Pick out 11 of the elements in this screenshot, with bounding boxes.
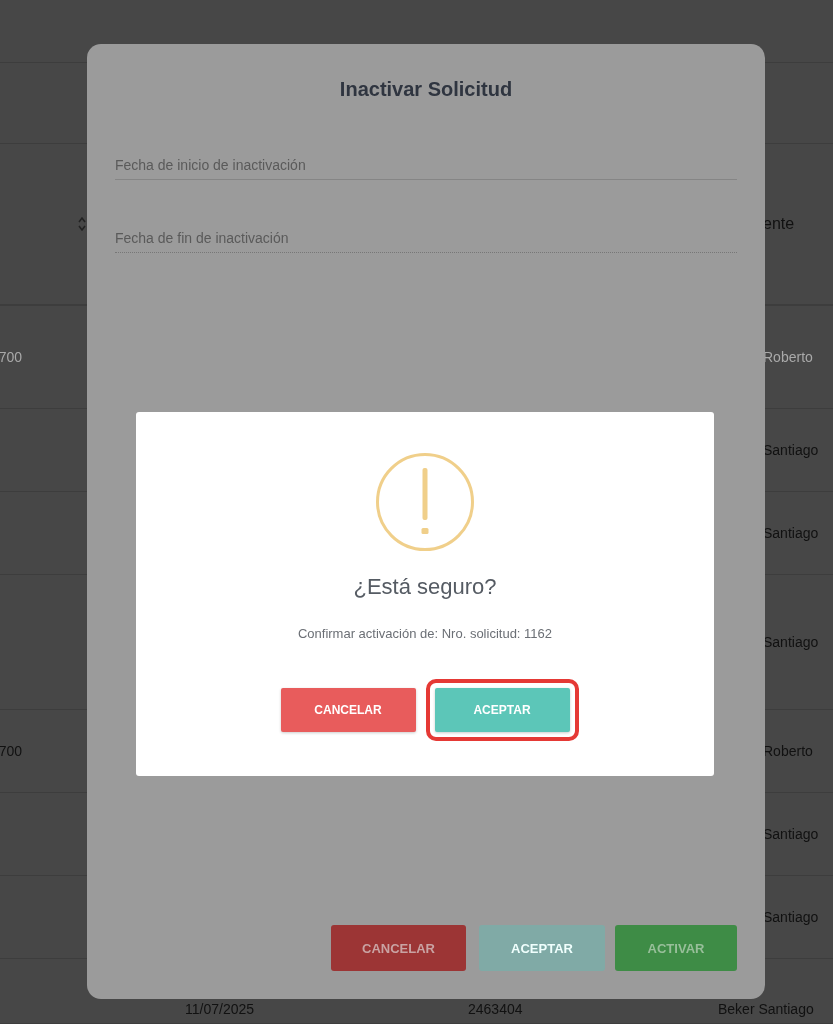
alert-title: ¿Está seguro?	[353, 574, 497, 600]
activate-button[interactable]: ACTIVAR	[615, 925, 737, 971]
cancel-button[interactable]: CANCELAR	[280, 688, 416, 732]
warning-icon	[375, 452, 475, 552]
date-field[interactable]: Fecha de inicio de inactivación	[115, 157, 737, 180]
cancel-button[interactable]: CANCELAR	[331, 925, 466, 971]
table-cell: 700	[0, 349, 22, 365]
sort-icon[interactable]	[78, 217, 86, 231]
alert-message: Confirmar activación de: Nro. solicitud: 1162	[297, 626, 553, 641]
accept-button[interactable]: ACEPTAR	[434, 688, 570, 732]
dialog-title: Inactivar Solicitud	[339, 78, 513, 101]
